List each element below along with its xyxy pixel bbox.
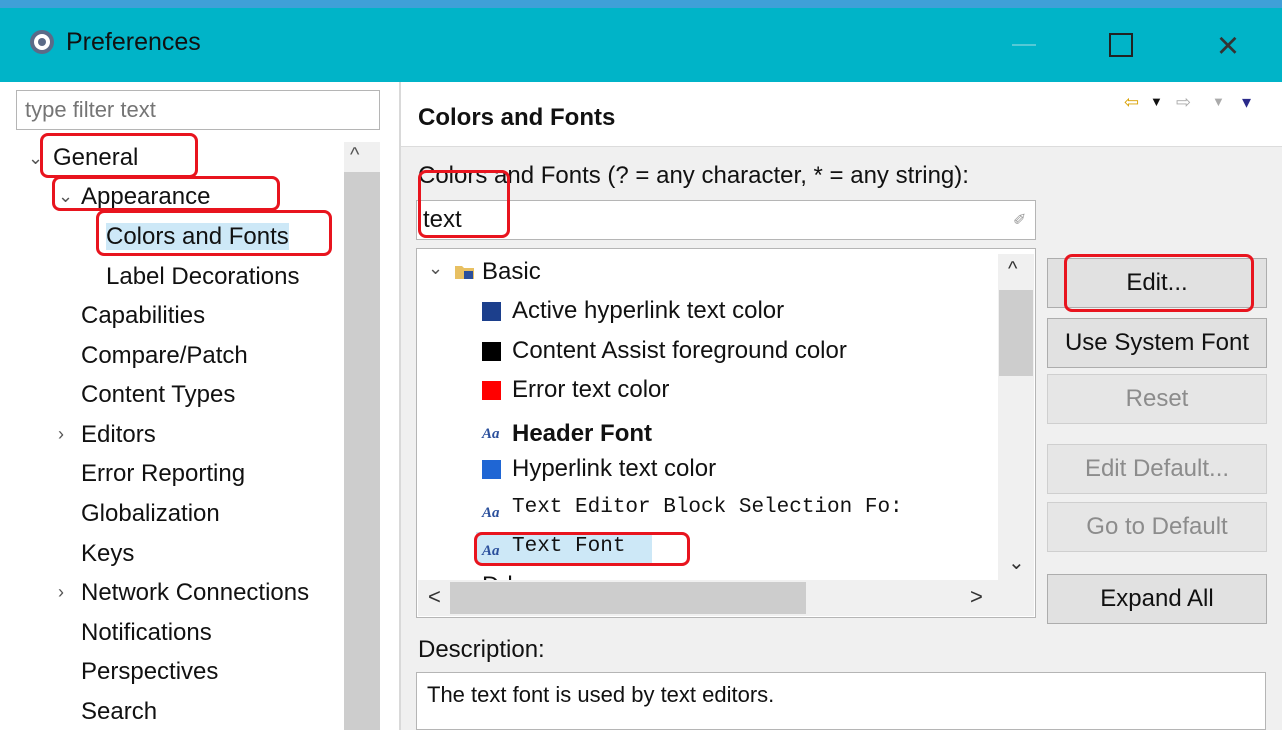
reset-button[interactable]: Reset bbox=[1047, 374, 1267, 424]
gear-icon bbox=[30, 30, 54, 54]
color-swatch bbox=[482, 342, 501, 361]
tree-item-network-connections[interactable]: Network Connections bbox=[81, 579, 343, 607]
tree-item-content-assist[interactable]: Content Assist foreground color bbox=[512, 337, 847, 365]
eraser-icon[interactable]: ✐ bbox=[1013, 210, 1026, 230]
tree-item-globalization[interactable]: Globalization bbox=[81, 500, 220, 528]
minimize-button[interactable] bbox=[1012, 44, 1036, 46]
forward-arrow-icon[interactable]: ⇨ bbox=[1176, 92, 1191, 113]
tree-item-label-decorations[interactable]: Label Decorations bbox=[106, 263, 299, 291]
tree-scrollbar-thumb[interactable] bbox=[344, 172, 380, 730]
scroll-down-icon[interactable]: ⌄ bbox=[1008, 550, 1025, 575]
back-arrow-icon[interactable]: ⇦ bbox=[1124, 92, 1139, 113]
scroll-up-icon[interactable]: ^ bbox=[1008, 258, 1017, 281]
tree-item-header-font[interactable]: Header Font bbox=[512, 420, 652, 448]
tree-item-text-font[interactable]: Text Font bbox=[512, 535, 625, 558]
color-swatch bbox=[482, 381, 501, 400]
folder-icon bbox=[455, 266, 474, 279]
tree-item-active-hyperlink[interactable]: Active hyperlink text color bbox=[512, 297, 784, 325]
tree-item-hyperlink-text[interactable]: Hyperlink text color bbox=[512, 455, 716, 483]
chevron-right-icon[interactable]: › bbox=[58, 582, 64, 603]
tree-item-keys[interactable]: Keys bbox=[81, 540, 134, 568]
tree-item-notifications[interactable]: Notifications bbox=[81, 619, 212, 647]
edit-default-button[interactable]: Edit Default... bbox=[1047, 444, 1267, 494]
tree-item-search[interactable]: Search bbox=[81, 698, 157, 726]
chevron-down-icon[interactable]: ⌄ bbox=[28, 148, 43, 169]
close-button[interactable]: × bbox=[1208, 26, 1248, 66]
tree-item-general[interactable]: General bbox=[53, 144, 138, 172]
chevron-right-icon[interactable]: › bbox=[58, 424, 64, 445]
use-system-font-button[interactable]: Use System Font bbox=[1047, 318, 1267, 368]
filter-label: Colors and Fonts (? = any character, * =… bbox=[418, 162, 969, 189]
maximize-button[interactable] bbox=[1109, 33, 1133, 57]
page-title: Colors and Fonts bbox=[418, 104, 616, 131]
back-menu-icon[interactable]: ▼ bbox=[1150, 94, 1163, 109]
tree-category-basic[interactable]: Basic bbox=[482, 258, 541, 286]
color-swatch bbox=[482, 460, 501, 479]
tree-item-error-text[interactable]: Error text color bbox=[512, 376, 669, 404]
font-icon: Aa bbox=[482, 426, 500, 442]
tree-item-error-reporting[interactable]: Error Reporting bbox=[81, 460, 245, 488]
tree-category-partial: D-l bbox=[482, 572, 513, 580]
description-label: Description: bbox=[418, 636, 545, 663]
tree-vertical-scrollbar-thumb[interactable] bbox=[999, 290, 1033, 376]
tree-item-capabilities[interactable]: Capabilities bbox=[81, 302, 205, 330]
forward-menu-icon[interactable]: ▼ bbox=[1212, 94, 1225, 109]
tree-item-perspectives[interactable]: Perspectives bbox=[81, 658, 218, 686]
chevron-down-icon[interactable]: ⌄ bbox=[428, 258, 443, 279]
tree-item-block-selection-font[interactable]: Text Editor Block Selection Fo: bbox=[512, 496, 998, 519]
tree-horizontal-scrollbar-thumb[interactable] bbox=[450, 582, 806, 614]
edit-button[interactable]: Edit... bbox=[1047, 258, 1267, 308]
search-input[interactable] bbox=[416, 200, 1036, 240]
scroll-left-icon[interactable]: < bbox=[428, 584, 441, 610]
chevron-down-icon[interactable]: ⌄ bbox=[58, 186, 73, 207]
tree-item-content-types[interactable]: Content Types bbox=[81, 381, 235, 409]
tree-item-appearance[interactable]: Appearance bbox=[81, 183, 210, 211]
font-icon: Aa bbox=[482, 543, 500, 559]
view-menu-icon[interactable]: ▾ bbox=[1242, 92, 1251, 113]
tree-item-compare-patch[interactable]: Compare/Patch bbox=[81, 342, 248, 370]
go-to-default-button[interactable]: Go to Default bbox=[1047, 502, 1267, 552]
font-icon: Aa bbox=[482, 505, 500, 521]
description-text: The text font is used by text editors. bbox=[427, 682, 775, 707]
filter-input[interactable] bbox=[16, 90, 380, 130]
scroll-right-icon[interactable]: > bbox=[970, 584, 983, 610]
tree-item-colors-and-fonts[interactable]: Colors and Fonts bbox=[106, 223, 289, 251]
color-swatch bbox=[482, 302, 501, 321]
tree-item-editors[interactable]: Editors bbox=[81, 421, 156, 449]
window-title: Preferences bbox=[66, 28, 201, 56]
scroll-up-icon[interactable]: ^ bbox=[350, 144, 359, 167]
expand-all-button[interactable]: Expand All bbox=[1047, 574, 1267, 624]
